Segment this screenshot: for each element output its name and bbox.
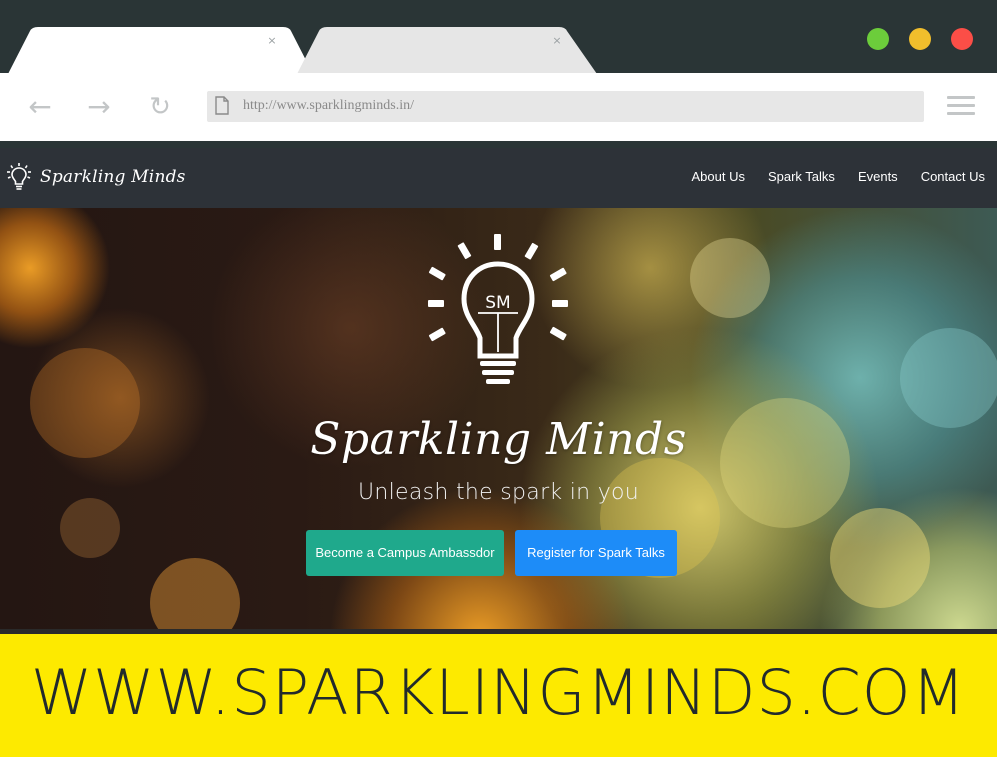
reload-icon[interactable]: ↻: [144, 93, 176, 121]
register-spark-talks-button[interactable]: Register for Spark Talks: [515, 530, 677, 576]
hero-title: Sparkling Minds: [310, 414, 687, 465]
nav-links: About Us Spark Talks Events Contact Us: [668, 169, 985, 184]
maximize-button[interactable]: [867, 28, 889, 50]
bokeh-light: [690, 238, 770, 318]
banner-url-text: WWW.SPARKLINGMINDS.COM: [30, 656, 967, 729]
browser-toolbar: ← → ↻ http://www.sparklingminds.in/: [0, 73, 997, 141]
nav-about-us[interactable]: About Us: [691, 169, 744, 184]
browser-titlebar: × ×: [0, 0, 997, 74]
lightbulb-logo-icon: [7, 163, 31, 190]
bokeh-light: [830, 508, 930, 608]
nav-spark-talks[interactable]: Spark Talks: [768, 169, 835, 184]
chrome-divider: [0, 141, 997, 148]
nav-events[interactable]: Events: [858, 169, 898, 184]
page-icon: [215, 96, 229, 115]
nav-contact-us[interactable]: Contact Us: [921, 169, 985, 184]
close-window-button[interactable]: [951, 28, 973, 50]
minimize-button[interactable]: [909, 28, 931, 50]
browser-tab-inactive[interactable]: ×: [297, 27, 602, 74]
site-navbar: Sparkling Minds About Us Spark Talks Eve…: [0, 148, 997, 208]
lightbulb-logo-icon: SM: [428, 234, 568, 384]
bokeh-light: [150, 558, 240, 629]
tab-close-icon[interactable]: ×: [267, 35, 277, 46]
campus-ambassador-button[interactable]: Become a Campus Ambassdor: [306, 530, 504, 576]
hamburger-menu-icon[interactable]: [947, 96, 975, 118]
url-banner: WWW.SPARKLINGMINDS.COM: [0, 634, 997, 757]
url-text[interactable]: http://www.sparklingminds.in/: [243, 98, 414, 114]
hero-section: SM Sparkling Minds Unleash the spark in …: [0, 208, 997, 629]
tab-close-icon[interactable]: ×: [552, 35, 562, 46]
brand-name: Sparkling Minds: [40, 167, 186, 187]
forward-arrow-icon[interactable]: →: [83, 93, 115, 121]
logo-monogram: SM: [485, 293, 510, 313]
browser-tab-active[interactable]: ×: [8, 27, 313, 74]
bokeh-light: [900, 328, 997, 428]
bokeh-light: [60, 498, 120, 558]
back-arrow-icon[interactable]: ←: [24, 93, 56, 121]
hero-subtitle: Unleash the spark in you: [357, 480, 640, 505]
brand-link[interactable]: Sparkling Minds: [6, 162, 186, 192]
address-bar[interactable]: http://www.sparklingminds.in/: [207, 91, 924, 122]
